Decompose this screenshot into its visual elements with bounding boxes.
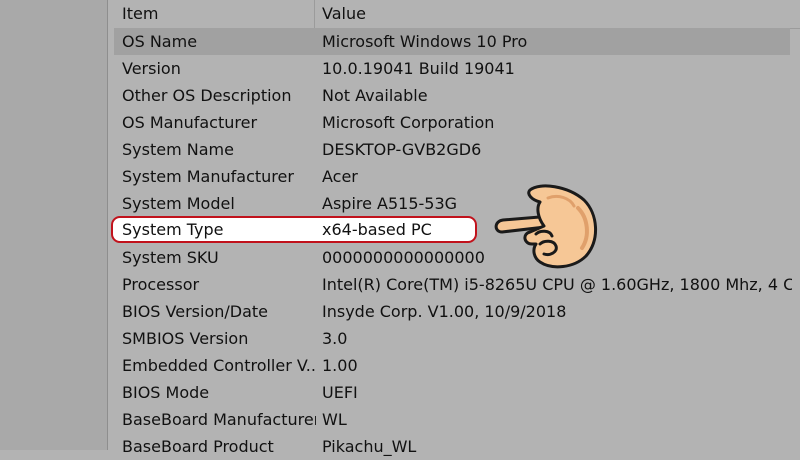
row-value: Insyde Corp. V1.00, 10/9/2018 — [322, 302, 567, 321]
table-row[interactable]: System Manufacturer Acer — [114, 163, 800, 190]
row-item: Version — [122, 59, 181, 78]
row-value: Microsoft Corporation — [322, 113, 495, 132]
table-row[interactable]: BaseBoard Manufacturer WL — [114, 406, 800, 433]
row-value: 1.00 — [322, 356, 358, 375]
column-header-item[interactable]: Item — [122, 0, 316, 28]
row-value: UEFI — [322, 383, 358, 402]
row-value: Pikachu_WL — [322, 437, 417, 456]
row-item: System Type — [122, 220, 224, 239]
table-row[interactable]: System Model Aspire A515-53G — [114, 190, 800, 217]
table-row[interactable]: OS Name Microsoft Windows 10 Pro — [114, 28, 790, 55]
row-item: Embedded Controller V... — [122, 356, 316, 375]
row-item: BIOS Mode — [122, 383, 210, 402]
row-value: Not Available — [322, 86, 428, 105]
table-row[interactable]: SMBIOS Version 3.0 — [114, 325, 800, 352]
row-item: OS Name — [122, 32, 198, 51]
pointing-hand-icon — [494, 184, 598, 269]
column-divider[interactable] — [314, 0, 315, 28]
table-row[interactable]: Processor Intel(R) Core(TM) i5-8265U CPU… — [114, 271, 800, 298]
row-item: System Model — [122, 194, 235, 213]
row-item: SMBIOS Version — [122, 329, 249, 348]
row-item: BIOS Version/Date — [122, 302, 268, 321]
row-value: DESKTOP-GVB2GD6 — [322, 140, 482, 159]
row-value: Microsoft Windows 10 Pro — [322, 32, 528, 51]
table-row[interactable]: Other OS Description Not Available — [114, 82, 800, 109]
table-row[interactable]: BaseBoard Product Pikachu_WL — [114, 433, 800, 460]
row-item: OS Manufacturer — [122, 113, 258, 132]
row-item: Processor — [122, 275, 200, 294]
table-row[interactable]: Version 10.0.19041 Build 19041 — [114, 55, 800, 82]
table-row[interactable]: BIOS Version/Date Insyde Corp. V1.00, 10… — [114, 298, 800, 325]
table-row[interactable]: OS Manufacturer Microsoft Corporation — [114, 109, 800, 136]
table-row[interactable]: System SKU 0000000000000000 — [114, 244, 800, 271]
row-value: WL — [322, 410, 347, 429]
table-header: Item Value — [114, 0, 800, 29]
table-row[interactable]: BIOS Mode UEFI — [114, 379, 800, 406]
row-item: Other OS Description — [122, 86, 292, 105]
row-item: System Name — [122, 140, 234, 159]
column-header-value[interactable]: Value — [322, 0, 792, 28]
navigation-pane[interactable] — [0, 0, 108, 450]
row-value: 10.0.19041 Build 19041 — [322, 59, 515, 78]
row-value: 3.0 — [322, 329, 348, 348]
row-item: System Manufacturer — [122, 167, 294, 186]
table-row[interactable]: Embedded Controller V... 1.00 — [114, 352, 800, 379]
highlighted-row-system-type[interactable]: System Type x64-based PC — [111, 216, 477, 243]
row-value: Intel(R) Core(TM) i5-8265U CPU @ 1.60GHz… — [322, 275, 792, 294]
row-item: BaseBoard Product — [122, 437, 274, 456]
row-item: System SKU — [122, 248, 219, 267]
row-item: BaseBoard Manufacturer — [122, 410, 316, 429]
table-row[interactable]: System Name DESKTOP-GVB2GD6 — [114, 136, 800, 163]
